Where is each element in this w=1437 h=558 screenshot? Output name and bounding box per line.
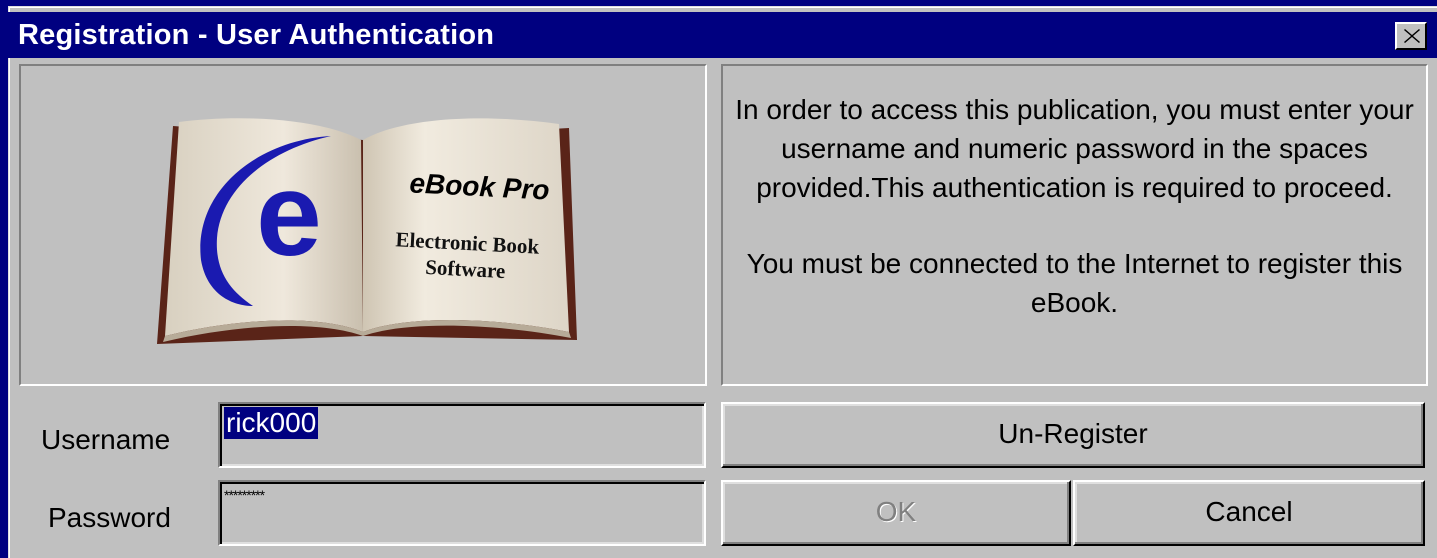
logo-tagline-line2: Software (425, 255, 506, 283)
info-paragraph-access: In order to access this publication, you… (735, 94, 1414, 203)
password-field[interactable]: ********* (218, 480, 706, 546)
username-field[interactable]: rick000 (218, 402, 706, 468)
close-icon (1404, 29, 1420, 43)
close-button[interactable] (1395, 22, 1427, 50)
logo-panel: e eBook Pro Electronic Book Software (19, 64, 707, 386)
unregister-button[interactable]: Un-Register (721, 402, 1425, 468)
window-title: Registration - User Authentication (18, 19, 495, 51)
ok-label: OK (875, 496, 917, 527)
info-panel: In order to access this publication, you… (721, 64, 1428, 386)
unregister-label: Un-Register (998, 418, 1148, 449)
info-message: In order to access this publication, you… (733, 90, 1416, 322)
cancel-label: Cancel (1205, 496, 1293, 527)
cancel-button[interactable]: Cancel (1073, 480, 1425, 546)
logo-letter-e: e (256, 149, 322, 281)
username-value: rick000 (224, 407, 319, 439)
ebook-pro-logo: e eBook Pro Electronic Book Software (157, 118, 577, 344)
title-bar[interactable]: Registration - User Authentication (8, 12, 1437, 58)
password-value: ********* (224, 487, 265, 503)
username-label: Username (41, 424, 171, 455)
info-paragraph-internet: You must be connected to the Internet to… (746, 248, 1403, 318)
ok-button[interactable]: OK (721, 480, 1071, 546)
registration-dialog: Registration - User Authentication e eBo… (8, 6, 1437, 558)
password-label: Password (48, 502, 171, 533)
